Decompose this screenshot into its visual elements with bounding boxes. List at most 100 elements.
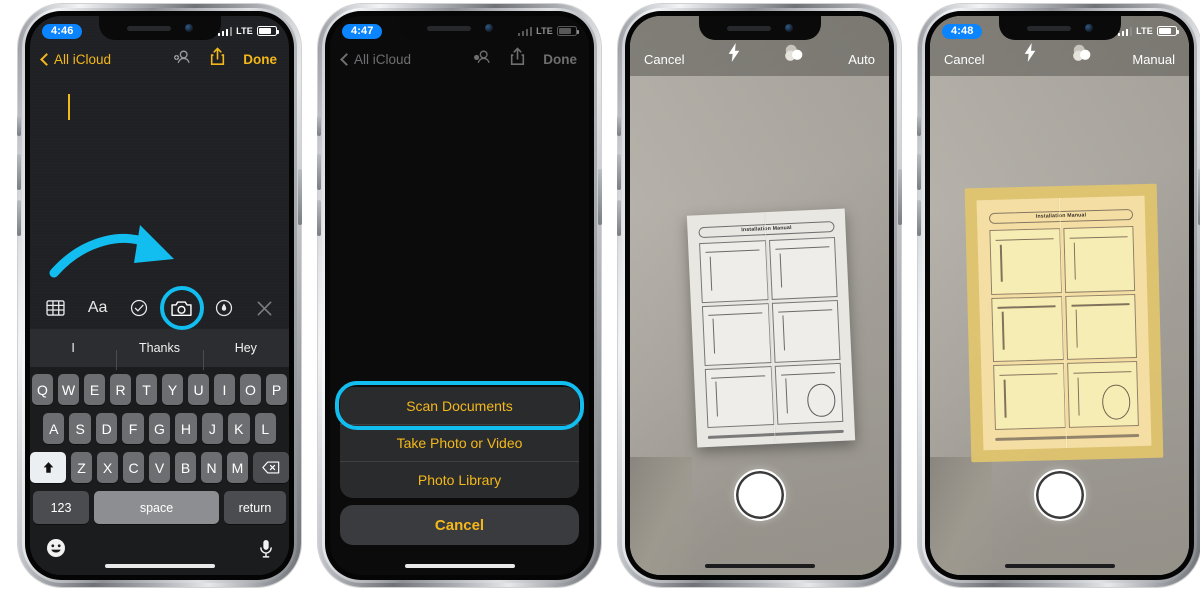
shift-up-icon[interactable] — [30, 452, 66, 483]
front-camera-icon — [184, 24, 193, 32]
back-button[interactable]: All iCloud — [40, 52, 111, 67]
key-e[interactable]: E — [84, 374, 105, 405]
capture-mode-button[interactable]: Manual — [1132, 52, 1175, 67]
key-s[interactable]: S — [69, 413, 91, 444]
key-t[interactable]: T — [136, 374, 157, 405]
key-x[interactable]: X — [97, 452, 118, 483]
cancel-button[interactable]: Cancel — [944, 52, 984, 67]
key-z[interactable]: Z — [71, 452, 92, 483]
power-button[interactable] — [298, 169, 302, 225]
flash-bolt-icon[interactable] — [727, 43, 741, 67]
return-key[interactable]: return — [224, 491, 286, 524]
home-indicator[interactable] — [704, 564, 815, 568]
key-m[interactable]: M — [227, 452, 248, 483]
key-c[interactable]: C — [123, 452, 144, 483]
numbers-key[interactable]: 123 — [33, 491, 89, 524]
shutter-button[interactable] — [733, 469, 786, 521]
cancel-button[interactable]: Cancel — [644, 52, 684, 67]
key-j[interactable]: J — [201, 413, 224, 444]
network-type-label: LTE — [536, 26, 553, 36]
keyboard-row-3: Z X C V B N M — [30, 452, 289, 483]
key-i[interactable]: I — [214, 374, 235, 405]
volume-down-button[interactable] — [617, 200, 621, 236]
done-button[interactable]: Done — [543, 52, 577, 67]
volume-down-button[interactable] — [17, 200, 21, 236]
share-icon[interactable] — [510, 47, 525, 71]
home-indicator[interactable] — [404, 564, 515, 568]
suggestion-item[interactable]: Hey — [202, 341, 289, 370]
capture-mode-button[interactable]: Auto — [848, 52, 875, 67]
volume-up-button[interactable] — [17, 154, 21, 190]
mute-switch[interactable] — [17, 116, 21, 136]
table-icon[interactable] — [46, 300, 65, 316]
document-page: Installation Manual — [687, 209, 855, 448]
keyboard-suggestion-bar: I Thanks Hey — [30, 329, 289, 370]
add-person-icon[interactable] — [472, 49, 492, 70]
key-a[interactable]: A — [43, 413, 65, 444]
markup-pen-icon[interactable] — [215, 299, 233, 317]
key-g[interactable]: G — [148, 413, 171, 444]
share-icon[interactable] — [210, 47, 225, 71]
phone-screen: Installation Manual — [930, 16, 1189, 575]
document-scanner-camera: Installation Manual — [930, 16, 1189, 575]
add-person-icon[interactable] — [172, 49, 192, 70]
close-icon[interactable] — [256, 300, 273, 317]
shutter-button[interactable] — [1033, 469, 1086, 521]
key-p[interactable]: P — [266, 374, 287, 405]
microphone-icon[interactable] — [259, 539, 273, 563]
key-d[interactable]: D — [95, 413, 118, 444]
battery-icon — [1157, 26, 1180, 36]
suggestion-item[interactable]: Thanks — [116, 341, 202, 370]
mute-switch[interactable] — [617, 116, 621, 136]
home-indicator[interactable] — [104, 564, 215, 568]
checklist-icon[interactable] — [130, 299, 148, 317]
key-k[interactable]: K — [228, 413, 250, 444]
key-f[interactable]: F — [122, 413, 144, 444]
volume-down-button[interactable] — [917, 200, 921, 236]
color-filters-icon[interactable] — [783, 43, 805, 67]
key-q[interactable]: Q — [32, 374, 53, 405]
scan-documents-option[interactable]: Scan Documents — [340, 387, 579, 424]
key-y[interactable]: Y — [162, 374, 183, 405]
volume-up-button[interactable] — [917, 154, 921, 190]
flash-bolt-icon[interactable] — [1023, 43, 1037, 67]
volume-up-button[interactable] — [617, 154, 621, 190]
status-indicators: LTE — [517, 26, 580, 36]
action-sheet: Scan Documents Take Photo or Video Photo… — [335, 381, 584, 545]
done-button[interactable]: Done — [243, 52, 277, 67]
home-indicator[interactable] — [1004, 564, 1115, 568]
key-o[interactable]: O — [240, 374, 261, 405]
power-button[interactable] — [598, 169, 602, 225]
emoji-smiley-icon[interactable] — [46, 538, 66, 563]
key-v[interactable]: V — [149, 452, 170, 483]
back-button[interactable]: All iCloud — [340, 52, 411, 67]
text-cursor — [68, 94, 70, 120]
key-r[interactable]: R — [110, 374, 131, 405]
key-l[interactable]: L — [254, 413, 276, 444]
notes-format-toolbar: Aa — [30, 286, 289, 330]
mute-switch[interactable] — [317, 116, 321, 136]
volume-up-button[interactable] — [317, 154, 321, 190]
power-button[interactable] — [898, 169, 902, 225]
key-w[interactable]: W — [58, 374, 79, 405]
keyboard-footer — [30, 532, 289, 563]
notch — [398, 16, 521, 40]
volume-down-button[interactable] — [317, 200, 321, 236]
key-u[interactable]: U — [188, 374, 209, 405]
notes-app-dimmed: 4:47 LTE All iCloud Done Scan Documents … — [330, 16, 589, 575]
diagram-panel — [1066, 361, 1140, 428]
key-h[interactable]: H — [175, 413, 197, 444]
cancel-button[interactable]: Cancel — [340, 505, 579, 545]
suggestion-item[interactable]: I — [30, 341, 116, 355]
color-filters-icon[interactable] — [1071, 43, 1093, 67]
key-b[interactable]: B — [175, 452, 196, 483]
key-n[interactable]: N — [201, 452, 222, 483]
backspace-icon[interactable] — [253, 452, 289, 483]
take-photo-or-video-option[interactable]: Take Photo or Video — [340, 424, 579, 461]
mute-switch[interactable] — [917, 116, 921, 136]
text-format-icon[interactable]: Aa — [88, 299, 108, 317]
camera-icon[interactable] — [159, 286, 204, 330]
photo-library-option[interactable]: Photo Library — [340, 461, 579, 498]
action-sheet-options: Scan Documents Take Photo or Video Photo… — [340, 387, 579, 498]
space-key[interactable]: space — [94, 491, 219, 524]
